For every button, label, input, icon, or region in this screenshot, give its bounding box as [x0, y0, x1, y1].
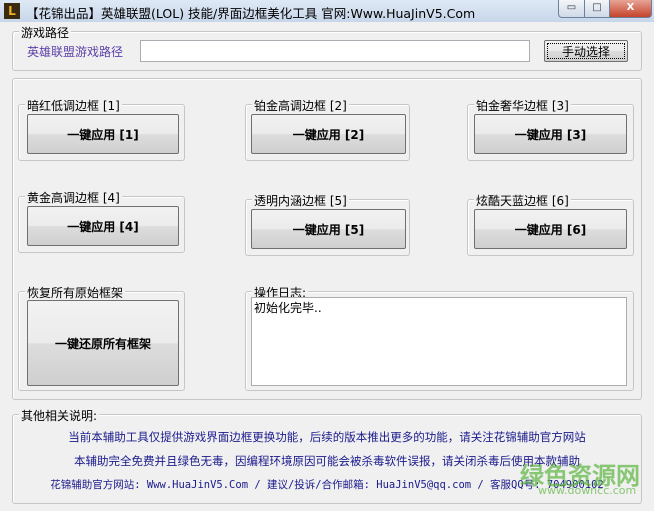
frame-group-6: 炫酷天蓝边框 [6] 一键应用 [6] [467, 192, 634, 256]
maximize-button[interactable]: □ [584, 0, 610, 18]
frame-group-4: 黄金高调边框 [4] 一键应用 [4] [18, 189, 185, 253]
frame-legend: 铂金高调边框 [2] [252, 97, 349, 114]
game-path-legend: 游戏路径 [19, 24, 72, 41]
apply-frame-4-button[interactable]: 一键应用 [4] [27, 206, 179, 246]
game-path-label: 英雄联盟游戏路径 [27, 45, 124, 59]
frame-group-5: 透明内涵边框 [5] 一键应用 [5] [245, 192, 410, 256]
apply-frame-3-button[interactable]: 一键应用 [3] [474, 114, 627, 154]
frame-legend: 透明内涵边框 [5] [252, 192, 349, 209]
close-button[interactable]: X [609, 0, 652, 18]
frame-legend: 铂金奢华边框 [3] [474, 97, 571, 114]
restore-all-button[interactable]: 一键还原所有框架 [27, 300, 179, 386]
restore-group: 恢复所有原始框架 一键还原所有框架 [18, 284, 185, 391]
title-bar: L 【花锦出品】英雄联盟(LOL) 技能/界面边框美化工具 官网:Www.Hua… [0, 0, 654, 22]
log-textarea[interactable]: 初始化完毕.. [251, 297, 627, 386]
game-path-group: 游戏路径 英雄联盟游戏路径 手动选择 [12, 24, 642, 71]
browse-button[interactable]: 手动选择 [544, 40, 628, 62]
notes-line-1: 当前本辅助工具仅提供游戏界面边框更换功能，后续的版本推出更多的功能，请关注花锦辅… [68, 430, 586, 444]
frame-legend: 炫酷天蓝边框 [6] [474, 192, 571, 209]
frame-legend: 黄金高调边框 [4] [25, 189, 122, 206]
apply-frame-1-button[interactable]: 一键应用 [1] [27, 114, 179, 154]
apply-frame-2-button[interactable]: 一键应用 [2] [251, 114, 406, 154]
restore-legend: 恢复所有原始框架 [25, 284, 126, 301]
minimize-button[interactable]: ▭ [558, 0, 585, 18]
notes-legend: 其他相关说明: [19, 407, 100, 424]
main-group: 暗红低调边框 [1] 一键应用 [1] 铂金高调边框 [2] 一键应用 [2] … [12, 78, 642, 400]
frame-group-2: 铂金高调边框 [2] 一键应用 [2] [245, 97, 410, 161]
frame-legend: 暗红低调边框 [1] [25, 97, 122, 114]
frame-group-3: 铂金奢华边框 [3] 一键应用 [3] [467, 97, 634, 161]
app-icon: L [4, 3, 20, 19]
window-title: 【花锦出品】英雄联盟(LOL) 技能/界面边框美化工具 官网:Www.HuaJi… [26, 6, 476, 21]
game-path-input[interactable] [140, 40, 530, 62]
watermark-url: www.downcc.com [538, 484, 637, 497]
frame-group-1: 暗红低调边框 [1] 一键应用 [1] [18, 97, 185, 161]
apply-frame-6-button[interactable]: 一键应用 [6] [474, 209, 627, 249]
apply-frame-5-button[interactable]: 一键应用 [5] [251, 209, 406, 249]
log-group: 操作日志: 初始化完毕.. [245, 284, 634, 391]
